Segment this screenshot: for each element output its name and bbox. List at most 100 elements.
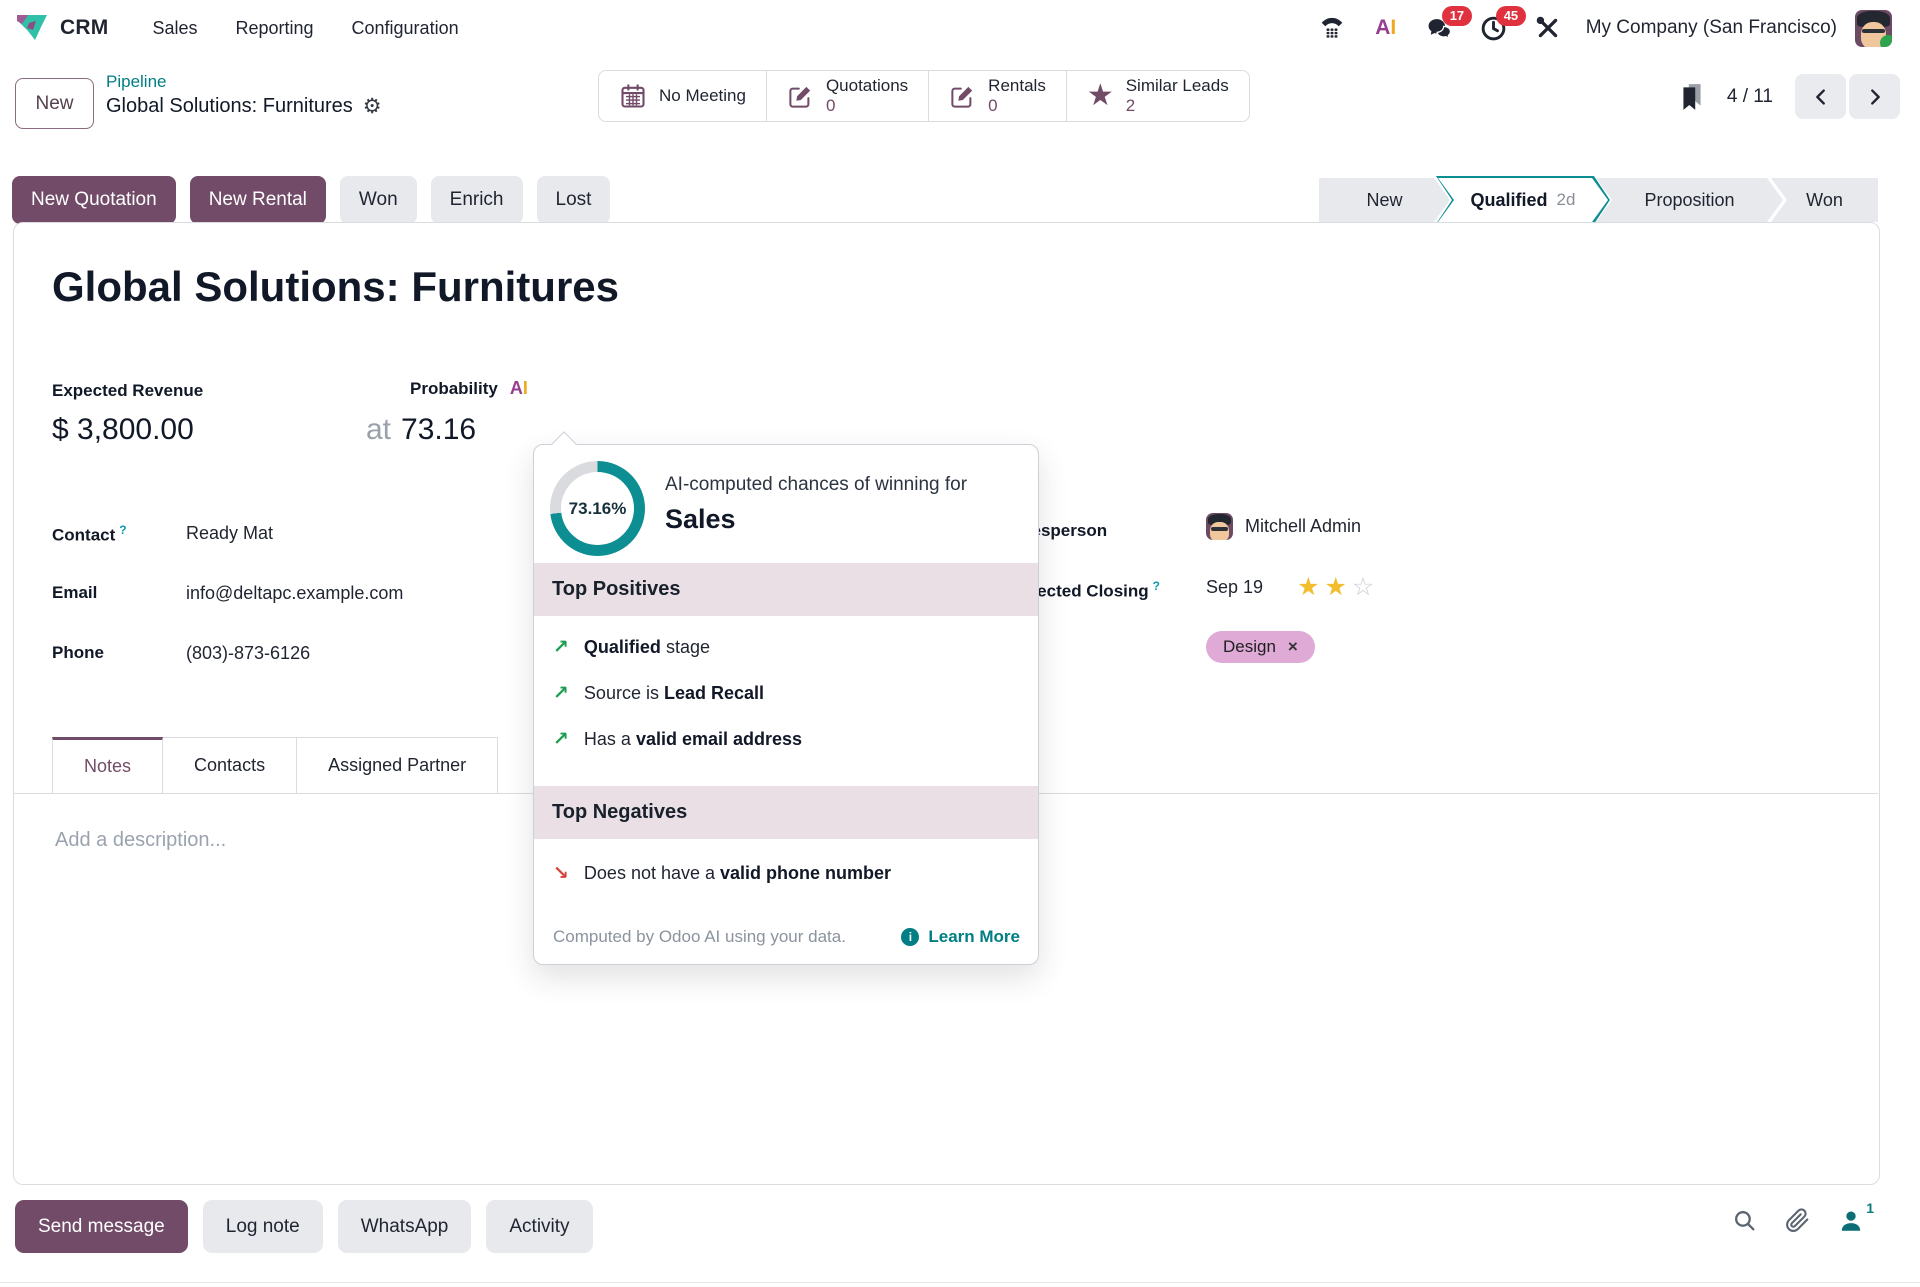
tags-field: Design ×	[1206, 631, 1315, 663]
navbar-systray: AI 17 45 My Company (San Francisco)	[1312, 9, 1892, 47]
up-arrow-icon: ↗	[553, 638, 569, 657]
online-status-dot	[1880, 35, 1892, 47]
stage-new[interactable]: New	[1317, 176, 1452, 224]
pager-previous-button[interactable]	[1795, 74, 1846, 119]
activities-badge: 45	[1496, 6, 1526, 26]
attachments-paperclip-icon[interactable]	[1785, 1208, 1810, 1233]
stage-won[interactable]: Won	[1769, 176, 1880, 224]
closing-help-mark[interactable]: ?	[1153, 579, 1160, 593]
stage-proposition[interactable]: Proposition	[1594, 176, 1785, 224]
stage-bar: New Qualified 2d Proposition Won	[1317, 176, 1880, 224]
up-arrow-icon: ↗	[553, 684, 569, 703]
similar-leads-button[interactable]: ★ Similar Leads 2	[1066, 71, 1249, 121]
positive-item: ↗ Qualified stage	[553, 637, 710, 658]
menu-reporting[interactable]: Reporting	[221, 10, 327, 47]
stat-buttons: No Meeting Quotations 0 Ren	[598, 70, 1250, 122]
expected-revenue-label: Expected Revenue	[52, 381, 203, 401]
rentals-count: 0	[988, 96, 1046, 116]
tab-notes[interactable]: Notes	[52, 737, 163, 793]
stage-qualified[interactable]: Qualified 2d	[1436, 176, 1610, 224]
star-icon-empty[interactable]: ☆	[1352, 575, 1374, 600]
ai-donut-percent: 73.16%	[550, 461, 645, 556]
salesperson-value[interactable]: Mitchell Admin	[1206, 513, 1361, 540]
new-rental-button[interactable]: New Rental	[190, 176, 326, 224]
log-note-button[interactable]: Log note	[203, 1200, 323, 1253]
probability-value[interactable]: at73.16	[366, 413, 476, 447]
breadcrumb-current-record: Global Solutions: Furnitures	[106, 95, 353, 118]
rental-edit-icon	[949, 83, 976, 110]
quotations-button[interactable]: Quotations 0	[766, 71, 928, 121]
user-avatar[interactable]	[1855, 10, 1892, 47]
app-switcher[interactable]: CRM	[16, 13, 108, 43]
pager-counter: 4 / 11	[1727, 86, 1773, 108]
company-switcher[interactable]: My Company (San Francisco)	[1586, 17, 1837, 39]
voip-phone-icon[interactable]	[1312, 9, 1352, 47]
record-actions-gear-icon[interactable]: ⚙	[363, 96, 382, 117]
action-row: New Quotation New Rental Won Enrich Lost…	[0, 176, 1920, 224]
menu-configuration[interactable]: Configuration	[338, 10, 473, 47]
expected-closing-value[interactable]: Sep 19 ★★☆	[1206, 575, 1374, 600]
positive-item: ↗ Has a valid email address	[553, 729, 802, 750]
messages-icon[interactable]: 17	[1420, 9, 1460, 47]
contact-help-mark[interactable]: ?	[119, 523, 126, 537]
up-arrow-icon: ↗	[553, 730, 569, 749]
salesperson-avatar	[1206, 513, 1233, 540]
description-input[interactable]: Add a description...	[55, 829, 226, 852]
email-label: Email	[52, 583, 97, 603]
star-icon-filled[interactable]: ★	[1297, 575, 1319, 600]
tab-contacts[interactable]: Contacts	[163, 737, 297, 793]
priority-stars[interactable]: ★★☆	[1297, 575, 1374, 600]
quotations-label: Quotations	[826, 76, 908, 96]
tag-design[interactable]: Design ×	[1206, 631, 1315, 663]
enrich-button[interactable]: Enrich	[431, 176, 523, 224]
app-name: CRM	[60, 16, 108, 40]
tooltip-footer-note: Computed by Odoo AI using your data.	[553, 927, 846, 947]
followers-count: 1	[1866, 1200, 1874, 1226]
debug-tools-icon[interactable]	[1528, 9, 1568, 47]
bookmark-icon[interactable]	[1679, 82, 1705, 112]
rentals-button[interactable]: Rentals 0	[928, 71, 1066, 121]
probability-label: Probability	[410, 379, 498, 399]
top-negatives-header: Top Negatives	[534, 786, 1038, 839]
learn-more-link[interactable]: i Learn More	[901, 927, 1020, 947]
breadcrumb: Pipeline Global Solutions: Furnitures ⚙	[106, 72, 382, 118]
top-positives-header: Top Positives	[534, 563, 1038, 616]
menu-sales[interactable]: Sales	[138, 10, 211, 47]
main-menu: Sales Reporting Configuration	[138, 10, 472, 47]
meeting-button[interactable]: No Meeting	[599, 71, 766, 121]
expected-revenue-value[interactable]: $ 3,800.00	[52, 413, 194, 447]
rentals-label: Rentals	[988, 76, 1046, 96]
new-quotation-button[interactable]: New Quotation	[12, 176, 176, 224]
breadcrumb-pipeline-link[interactable]: Pipeline	[106, 72, 382, 92]
send-message-button[interactable]: Send message	[15, 1200, 188, 1253]
phone-label: Phone	[52, 643, 104, 663]
pager-next-button[interactable]	[1849, 74, 1900, 119]
probability-ai-icon[interactable]: AI	[510, 378, 528, 399]
ai-donut: 73.16%	[550, 461, 645, 556]
ai-assistant-icon[interactable]: AI	[1366, 9, 1406, 47]
star-icon-filled[interactable]: ★	[1324, 575, 1346, 600]
won-button[interactable]: Won	[340, 176, 417, 224]
email-value[interactable]: info@deltapc.example.com	[186, 583, 403, 604]
activities-clock-icon[interactable]: 45	[1474, 9, 1514, 47]
lead-title[interactable]: Global Solutions: Furnitures	[52, 263, 619, 311]
star-icon: ★	[1087, 81, 1114, 111]
whatsapp-button[interactable]: WhatsApp	[338, 1200, 472, 1253]
crm-logo-icon	[16, 13, 48, 43]
control-panel: New Pipeline Global Solutions: Furniture…	[0, 60, 1920, 132]
ai-probability-tooltip: 73.16% AI-computed chances of winning fo…	[533, 444, 1039, 965]
contact-label: Contact?	[52, 523, 127, 546]
new-record-button[interactable]: New	[15, 78, 94, 129]
similar-leads-count: 2	[1126, 96, 1229, 116]
activity-button[interactable]: Activity	[486, 1200, 592, 1253]
phone-value[interactable]: (803)-873-6126	[186, 643, 310, 664]
search-messages-icon[interactable]	[1732, 1208, 1757, 1233]
contact-value[interactable]: Ready Mat	[186, 523, 273, 544]
tag-remove-icon[interactable]: ×	[1288, 637, 1298, 657]
stage-duration-badge: 2d	[1557, 190, 1576, 210]
lost-button[interactable]: Lost	[537, 176, 611, 224]
tab-assigned-partner[interactable]: Assigned Partner	[297, 737, 498, 793]
calendar-icon	[619, 82, 647, 110]
chatter-toolbar: Send message Log note WhatsApp Activity …	[0, 1198, 1920, 1260]
followers-icon[interactable]: 1	[1838, 1208, 1872, 1234]
